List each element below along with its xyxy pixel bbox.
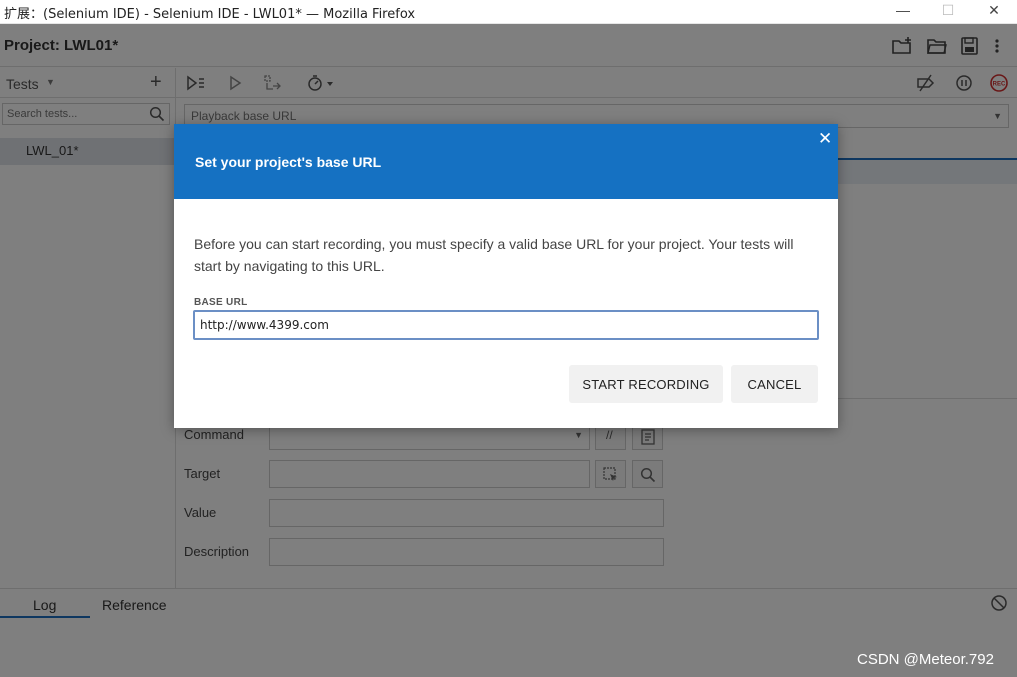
watermark: CSDN @Meteor.792 [857,651,994,668]
dialog-header: Set your project's base URL ✕ [174,124,838,199]
base-url-dialog-input[interactable] [195,312,795,338]
dialog-title: Set your project's base URL [195,154,382,170]
base-url-field [193,310,819,340]
window-title: 扩展：(Selenium IDE) - Selenium IDE - LWL01… [4,7,416,22]
maximize-button[interactable]: ☐ [926,0,970,24]
base-url-dialog: Set your project's base URL ✕ Before you… [174,124,838,428]
cancel-button[interactable]: CANCEL [731,365,818,403]
dialog-close-button[interactable]: ✕ [818,129,832,149]
start-recording-button[interactable]: START RECORDING [569,365,723,403]
close-window-button[interactable]: ✕ [972,0,1016,24]
base-url-label: BASE URL [194,297,248,308]
window-title-bar: 扩展：(Selenium IDE) - Selenium IDE - LWL01… [0,0,1017,24]
minimize-button[interactable]: — [881,0,925,24]
dialog-description: Before you can start recording, you must… [194,236,794,274]
